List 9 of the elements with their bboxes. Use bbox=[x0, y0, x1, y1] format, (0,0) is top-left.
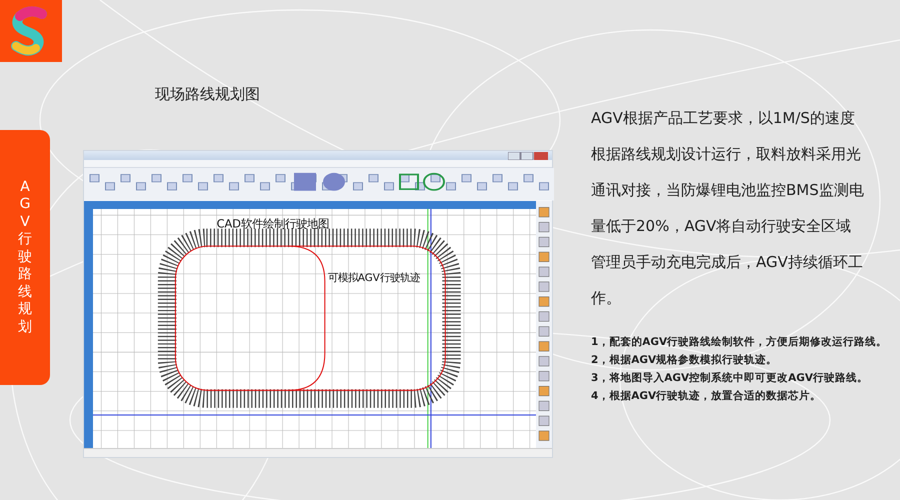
drawing-label: CAD软件绘制行驶地图 bbox=[216, 216, 330, 230]
drawing-label: 可模拟AGV行驶轨迹 bbox=[328, 272, 420, 284]
step-text: 4，根据AGV行驶轨迹，放置合适的数据芯片。 bbox=[591, 389, 822, 404]
sidebar-label: AGV行驶路线规划 bbox=[18, 178, 32, 336]
section-title: 现场路线规划图 bbox=[155, 85, 261, 105]
step-text: 1，配套的AGV行驶路线绘制软件，方便后期修改运行路线。 bbox=[591, 334, 881, 350]
step-text: 3，将地图导入AGV控制系统中即可更改AGV行驶路线。 bbox=[591, 371, 870, 386]
step-text: 2，根据AGV规格参数模拟行驶轨迹。 bbox=[591, 353, 778, 368]
description-paragraph: AGV根据产品工艺要求，以1M/S的速度根据路线规划设计运行，取料放料采用光通讯对接，当防爆锂电池监控BMS监测电量低于20%，AGV将自动行驶安全区域管理员手动充电完成后，AGV持续循环工作。 bbox=[591, 108, 865, 309]
